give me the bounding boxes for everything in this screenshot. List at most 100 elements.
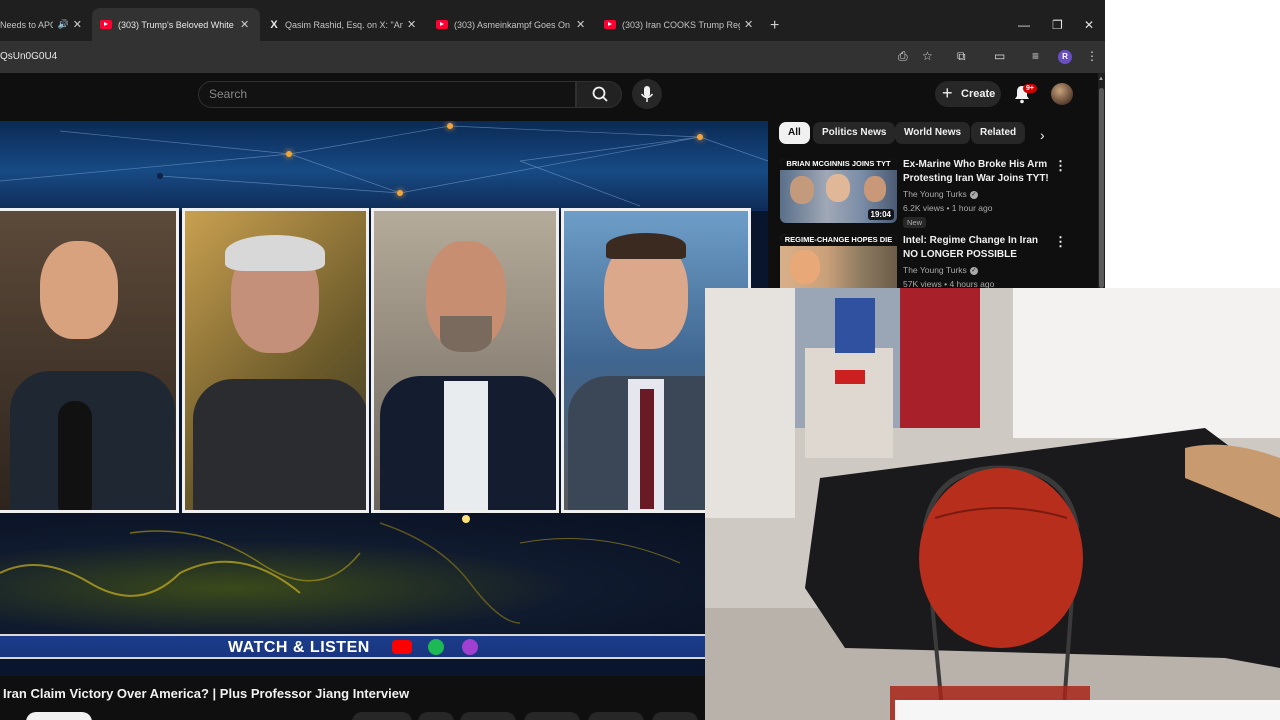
thumbnail-caption: BRIAN MCGINNIS JOINS TYT xyxy=(780,158,897,170)
bookmark-star-icon[interactable]: ☆ xyxy=(922,49,933,63)
close-icon[interactable]: ✕ xyxy=(73,18,82,31)
close-icon[interactable]: ✕ xyxy=(407,18,416,31)
video-duration: 19:04 xyxy=(867,209,894,220)
network-graphic-background xyxy=(0,121,768,211)
world-map-graphic xyxy=(0,513,768,638)
video-thumbnail[interactable]: REGIME-CHANGE HOPES DIE xyxy=(780,234,897,288)
save-button[interactable] xyxy=(588,712,644,720)
tab-title: Qasim Rashid, Esq. on X: "An u xyxy=(285,19,403,30)
close-window-button[interactable]: ✕ xyxy=(1084,18,1094,32)
mic-icon xyxy=(640,86,654,102)
new-tab-button[interactable]: + xyxy=(770,17,779,35)
kebab-icon[interactable]: ⋮ xyxy=(1054,234,1067,250)
face-shape xyxy=(864,176,886,202)
microphone-shape xyxy=(58,401,92,510)
close-icon[interactable]: ✕ xyxy=(576,18,585,31)
subscribe-button[interactable] xyxy=(26,712,92,720)
kebab-icon[interactable]: ⋮ xyxy=(1054,158,1067,174)
media-control-icon[interactable]: ≡ xyxy=(1032,49,1039,63)
guest-hair xyxy=(225,235,325,271)
notification-badge: 9+ xyxy=(1023,84,1037,93)
browser-menu-icon[interactable]: ⋮ xyxy=(1086,49,1098,63)
voice-search-button[interactable] xyxy=(632,79,662,109)
blank-area xyxy=(1105,0,1280,288)
guest-shirt xyxy=(444,381,488,510)
chip-politics-news[interactable]: Politics News xyxy=(813,122,896,144)
chip-related[interactable]: Related xyxy=(971,122,1026,144)
close-icon[interactable]: ✕ xyxy=(744,18,753,31)
network-node xyxy=(397,190,403,196)
youtube-logo-icon xyxy=(392,640,412,654)
youtube-favicon-icon xyxy=(100,20,112,29)
scrollbar-thumb[interactable] xyxy=(1099,88,1104,288)
search-input[interactable]: Search xyxy=(198,81,576,108)
video-title[interactable]: Intel: Regime Change In Iran NO LONGER P… xyxy=(903,234,1053,262)
minimize-button[interactable]: — xyxy=(1018,18,1030,32)
address-bar[interactable]: QsUn0G0U4 ⎙ ☆ ⧉ ▭ ≡ ⋮ xyxy=(0,41,1105,73)
network-node xyxy=(697,134,703,140)
new-badge: New xyxy=(903,217,927,228)
guest-body xyxy=(193,379,366,510)
network-node xyxy=(157,173,163,179)
chip-all[interactable]: All xyxy=(779,122,810,144)
chip-world-news[interactable]: World News xyxy=(895,122,971,144)
maximize-button[interactable]: ❐ xyxy=(1052,18,1063,32)
account-avatar[interactable] xyxy=(1051,83,1073,105)
webcam-overlay xyxy=(705,288,1280,720)
profile-avatar[interactable]: R xyxy=(1058,50,1072,64)
podcasts-logo-icon xyxy=(462,639,478,655)
channel-name[interactable]: The Young Turks xyxy=(903,265,967,275)
face-shape xyxy=(790,176,814,204)
network-node xyxy=(447,123,453,129)
network-lines xyxy=(0,125,768,207)
download-button[interactable] xyxy=(524,712,580,720)
tab-3[interactable]: X Qasim Rashid, Esq. on X: "An u ✕ xyxy=(260,8,428,41)
extensions-icon[interactable]: ⧉ xyxy=(957,49,966,64)
split-view-icon[interactable]: ▭ xyxy=(994,49,1005,63)
chevron-right-icon[interactable]: › xyxy=(1040,127,1045,143)
video-title[interactable]: Ex-Marine Who Broke His Arm Protesting I… xyxy=(903,158,1053,186)
network-node xyxy=(286,151,292,157)
face-shape xyxy=(826,174,850,202)
youtube-favicon-icon xyxy=(604,20,616,29)
room-scene xyxy=(705,288,1280,720)
channel-name-row[interactable]: The Young Turks ✓ xyxy=(903,189,978,199)
dislike-button[interactable] xyxy=(418,712,454,720)
guest-tie xyxy=(640,389,654,509)
screen: Needs to APO 🔊 ✕ (303) Trump's Beloved W… xyxy=(0,0,1280,720)
tab-4[interactable]: (303) Asmeinkampf Goes On In ✕ xyxy=(428,8,596,41)
url-text[interactable]: QsUn0G0U4 xyxy=(0,51,57,62)
search-button[interactable] xyxy=(576,81,622,108)
verified-icon: ✓ xyxy=(969,190,978,199)
x-favicon-icon: X xyxy=(270,18,278,31)
youtube-favicon-icon xyxy=(436,20,448,29)
channel-name[interactable]: The Young Turks xyxy=(903,189,967,199)
guest-panel-2 xyxy=(182,208,369,513)
youtube-header: Search Create + 9+ xyxy=(0,73,1098,121)
video-player[interactable]: WATCH & LISTEN xyxy=(0,121,768,676)
tab-strip: Needs to APO 🔊 ✕ (303) Trump's Beloved W… xyxy=(0,0,1105,41)
search-icon xyxy=(592,86,608,102)
tab-title: (303) Iran COOKS Trump Regim xyxy=(622,19,740,30)
video-meta: 57K views • 4 hours ago xyxy=(903,279,995,288)
video-thumbnail[interactable]: BRIAN MCGINNIS JOINS TYT 19:04 xyxy=(780,158,897,223)
banner-text: WATCH & LISTEN xyxy=(228,639,370,656)
share-button[interactable] xyxy=(460,712,516,720)
audio-icon[interactable]: 🔊 xyxy=(58,19,69,30)
install-app-icon[interactable]: ⎙ xyxy=(898,49,908,64)
tab-5[interactable]: (303) Iran COOKS Trump Regim ✕ xyxy=(596,8,764,41)
more-actions-button[interactable] xyxy=(652,712,698,720)
guest-body xyxy=(10,371,175,510)
scroll-up-arrow-icon[interactable]: ▲ xyxy=(1098,76,1104,82)
close-icon[interactable]: ✕ xyxy=(240,18,249,31)
guest-hair xyxy=(606,233,686,259)
tab-2[interactable]: (303) Trump's Beloved White S ✕ xyxy=(92,8,260,41)
video-page-title: Iran Claim Victory Over America? | Plus … xyxy=(3,686,410,701)
like-button[interactable] xyxy=(352,712,412,720)
tab-1[interactable]: Needs to APO 🔊 ✕ xyxy=(0,8,90,41)
map-lights xyxy=(0,515,681,624)
channel-name-row[interactable]: The Young Turks ✓ xyxy=(903,265,978,275)
face-shape xyxy=(790,250,820,284)
verified-icon: ✓ xyxy=(969,266,978,275)
video-meta: 6.2K views • 1 hour ago xyxy=(903,203,993,213)
